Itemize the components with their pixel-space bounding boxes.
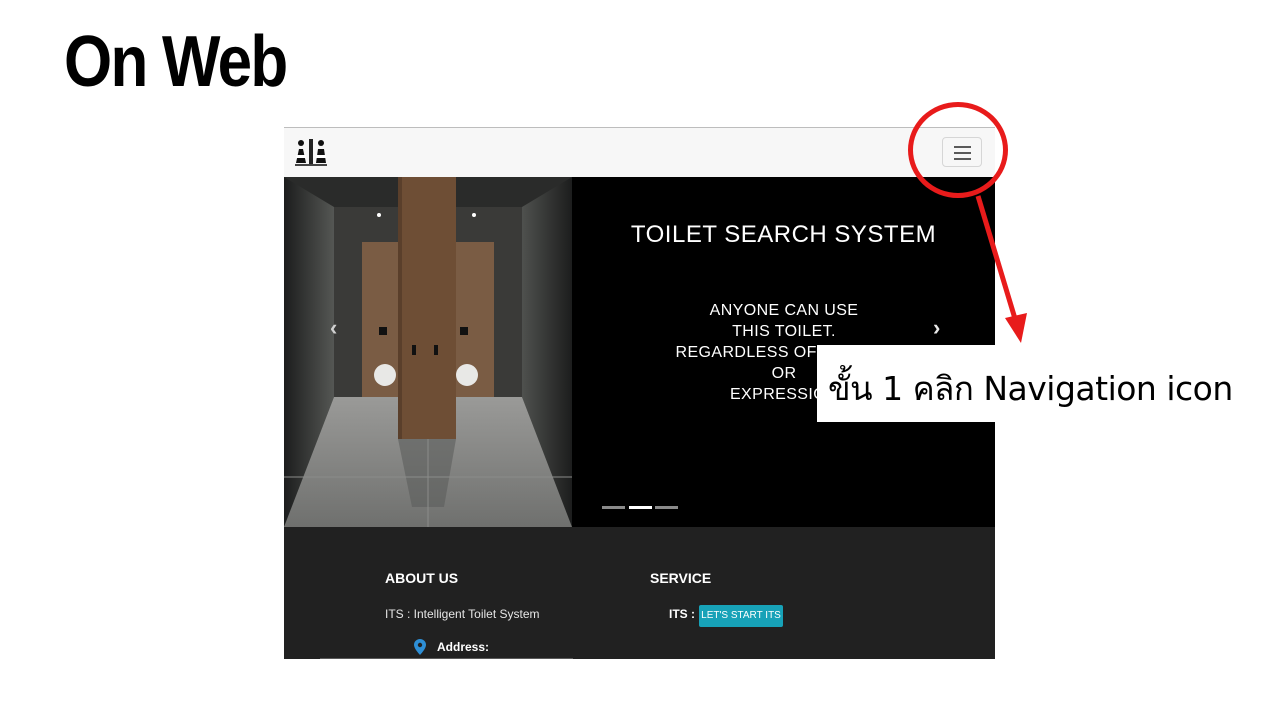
address-label: Address: [437, 640, 490, 654]
carousel-prev-icon[interactable]: ‹ [330, 315, 337, 341]
hero-subtitle-line: ANYONE CAN USE [709, 302, 859, 319]
slide-title: On Web [64, 22, 288, 102]
annotation-text: ขั้น 1 คลิก Navigation icon [828, 369, 1233, 408]
carousel-indicator-3[interactable] [655, 506, 678, 509]
hero-title: TOILET SEARCH SYSTEM [630, 221, 937, 248]
navbar [284, 127, 995, 177]
its-label: ITS : [669, 607, 695, 621]
restroom-logo-icon[interactable] [294, 137, 328, 167]
footer-divider [320, 658, 573, 659]
carousel-indicator-2[interactable] [629, 506, 652, 509]
carousel-indicator-1[interactable] [602, 506, 625, 509]
toilet-interior-photo [284, 177, 572, 527]
about-heading: ABOUT US [385, 570, 459, 586]
highlight-circle [908, 102, 1008, 198]
about-text: ITS : Intelligent Toilet System [385, 607, 540, 621]
service-heading: SERVICE [650, 570, 712, 586]
hero-subtitle-line: THIS TOILET. [732, 323, 836, 340]
lets-start-its-button[interactable]: LET'S START ITS [699, 605, 783, 627]
location-pin-icon [414, 639, 426, 655]
footer: ABOUT US ITS : Intelligent Toilet System… [284, 527, 995, 659]
